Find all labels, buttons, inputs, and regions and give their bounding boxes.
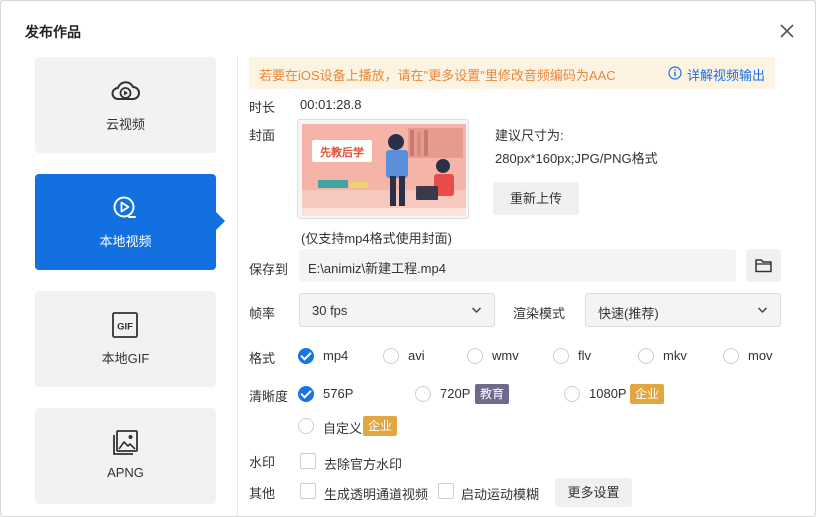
enterprise-badge: 企业 (363, 416, 398, 436)
sidebar-item-label: 云视频 (105, 117, 145, 132)
render-mode-select[interactable]: 快速(推荐) (585, 293, 781, 327)
folder-icon (755, 259, 772, 273)
fps-value: 30 fps (312, 303, 348, 318)
format-option-label: avi (408, 348, 425, 363)
sidebar-item-label: APNG (107, 465, 144, 480)
svg-text:GIF: GIF (117, 322, 133, 333)
quality-option-custom[interactable]: 自定义 企业 (298, 416, 408, 436)
notice-message: 若要在iOS设备上播放，请在"更多设置"里修改音频编码为AAC (259, 68, 616, 83)
format-option-label: mov (748, 348, 773, 363)
fps-label: 帧率 (249, 306, 276, 321)
radio[interactable] (467, 348, 483, 364)
render-mode-label: 渲染模式 (513, 306, 566, 321)
format-option-label: wmv (492, 348, 519, 363)
cover-label: 封面 (249, 128, 276, 143)
format-option-label: mkv (663, 348, 687, 363)
chevron-down-icon (471, 307, 482, 314)
more-settings-button[interactable]: 更多设置 (555, 478, 632, 507)
quality-label: 清晰度 (249, 389, 289, 404)
motion-blur-label: 启动运动模糊 (461, 487, 540, 502)
fps-select[interactable]: 30 fps (299, 293, 495, 327)
radio-checked[interactable] (298, 348, 314, 364)
browse-folder-button[interactable] (746, 249, 781, 282)
save-path-field[interactable]: E:\animiz\新建工程.mp4 (299, 249, 736, 282)
cloud-play-icon (111, 81, 140, 100)
transparent-channel-label: 生成透明通道视频 (324, 487, 429, 502)
render-mode-value: 快速(推荐) (598, 306, 659, 321)
sidebar-item-cloud-video[interactable]: 云视频 (35, 57, 216, 153)
cover-format-hint: 280px*160px;JPG/PNG格式 (495, 151, 658, 166)
sidebar-item-label: 本地GIF (101, 351, 150, 366)
local-video-icon (113, 196, 136, 218)
dialog-title: 发布作品 (25, 24, 81, 40)
info-icon (668, 66, 682, 80)
image-icon (113, 430, 138, 455)
publish-dialog: 发布作品 云视频 本地视频 GIF 本地GIF APNG 若要在iOS设备上播放… (0, 0, 816, 517)
quality-option-720p[interactable]: 720P 教育 (415, 384, 515, 404)
divider (237, 56, 238, 516)
remove-watermark-label: 去除官方水印 (324, 457, 403, 472)
sidebar-item-apng[interactable]: APNG (35, 408, 216, 504)
save-path-value: E:\animiz\新建工程.mp4 (308, 261, 446, 276)
radio-checked[interactable] (298, 386, 314, 402)
radio[interactable] (553, 348, 569, 364)
education-badge: 教育 (475, 384, 510, 404)
reupload-button[interactable]: 重新上传 (493, 182, 579, 215)
sidebar-item-local-video[interactable]: 本地视频 (35, 174, 225, 270)
cover-thumbnail[interactable]: 先教后学 (297, 119, 469, 219)
radio[interactable] (638, 348, 654, 364)
close-icon[interactable] (777, 21, 797, 41)
format-option-label: flv (578, 348, 591, 363)
quality-option-1080p[interactable]: 1080P 企业 (564, 384, 674, 404)
other-label: 其他 (249, 486, 276, 501)
radio[interactable] (383, 348, 399, 364)
ios-notice-banner: 若要在iOS设备上播放，请在"更多设置"里修改音频编码为AAC 详解视频输出 (249, 57, 775, 89)
radio[interactable] (723, 348, 739, 364)
gif-icon: GIF (112, 312, 138, 338)
sidebar-item-label: 本地视频 (99, 234, 152, 249)
duration-label: 时长 (249, 100, 276, 115)
transparent-channel-checkbox[interactable] (300, 483, 316, 499)
cover-size-hint: 建议尺寸为: (495, 128, 564, 143)
save-to-label: 保存到 (249, 262, 289, 277)
radio[interactable] (298, 418, 314, 434)
cover-image-text: 先教后学 (320, 145, 364, 159)
chevron-down-icon (757, 307, 768, 314)
video-output-help-link[interactable]: 详解视频输出 (687, 65, 765, 84)
enterprise-badge: 企业 (630, 384, 665, 404)
format-option-label: mp4 (323, 348, 349, 363)
sidebar-item-local-gif[interactable]: GIF 本地GIF (35, 291, 216, 387)
motion-blur-checkbox[interactable] (438, 483, 454, 499)
cover-image: 先教后学 (302, 124, 466, 216)
radio[interactable] (564, 386, 580, 402)
format-label: 格式 (249, 351, 276, 366)
active-indicator (216, 212, 225, 230)
quality-option-label: 576P (323, 386, 354, 401)
cover-note: (仅支持mp4格式使用封面) (301, 231, 452, 246)
radio[interactable] (415, 386, 431, 402)
watermark-label: 水印 (249, 455, 276, 470)
remove-watermark-checkbox[interactable] (300, 453, 316, 469)
quality-option-label: 720P (440, 386, 471, 401)
duration-value: 00:01:28.8 (300, 97, 362, 112)
quality-option-label: 自定义 (323, 421, 363, 436)
quality-option-label: 1080P (589, 386, 627, 401)
